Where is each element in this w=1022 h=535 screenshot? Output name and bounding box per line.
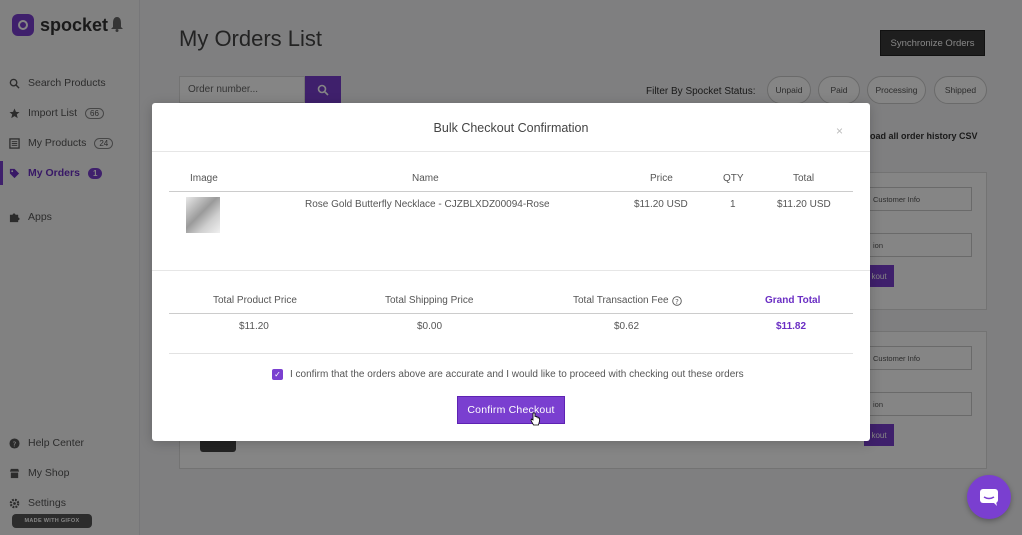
confirm-checkbox[interactable]: ✓ xyxy=(272,369,283,380)
summary-shipping-header: Total Shipping Price xyxy=(385,295,474,306)
chat-icon xyxy=(980,489,998,506)
confirm-text: I confirm that the orders above are accu… xyxy=(290,369,744,380)
close-icon[interactable]: × xyxy=(836,124,843,138)
summary-fee-label: Total Transaction Fee xyxy=(573,295,669,306)
chat-button[interactable] xyxy=(967,475,1011,519)
summary-product-value: $11.20 xyxy=(239,321,269,332)
bulk-checkout-modal: Bulk Checkout Confirmation × Image Name … xyxy=(152,103,870,441)
header-total: Total xyxy=(793,173,815,184)
item-name: Rose Gold Butterfly Necklace - CJZBLXDZ0… xyxy=(305,199,550,210)
header-name: Name xyxy=(412,173,439,184)
confirm-row: ✓ I confirm that the orders above are ac… xyxy=(272,369,744,380)
summary-fee-header: Total Transaction Fee ? xyxy=(573,295,682,306)
header-qty: QTY xyxy=(723,173,744,184)
product-thumbnail xyxy=(186,197,220,233)
summary-shipping-value: $0.00 xyxy=(417,321,443,332)
summary-product-header: Total Product Price xyxy=(213,295,297,306)
header-image: Image xyxy=(190,173,218,184)
modal-header: Bulk Checkout Confirmation × xyxy=(152,103,870,152)
modal-title: Bulk Checkout Confirmation xyxy=(433,121,589,135)
summary-grand-value: $11.82 xyxy=(776,321,807,332)
section-divider xyxy=(152,270,870,271)
item-total: $11.20 USD xyxy=(777,199,831,210)
confirm-checkout-button[interactable]: Confirm Checkout xyxy=(457,396,565,424)
item-qty: 1 xyxy=(730,199,736,210)
table-divider xyxy=(169,191,853,192)
header-price: Price xyxy=(650,173,673,184)
confirm-divider xyxy=(169,353,853,354)
summary-fee-value: $0.62 xyxy=(614,321,640,332)
summary-divider xyxy=(169,313,853,314)
hand-cursor-icon xyxy=(530,412,540,426)
summary-grand-header: Grand Total xyxy=(765,295,821,306)
item-price: $11.20 USD xyxy=(634,199,688,210)
svg-text:?: ? xyxy=(675,297,679,305)
info-icon[interactable]: ? xyxy=(671,295,682,306)
